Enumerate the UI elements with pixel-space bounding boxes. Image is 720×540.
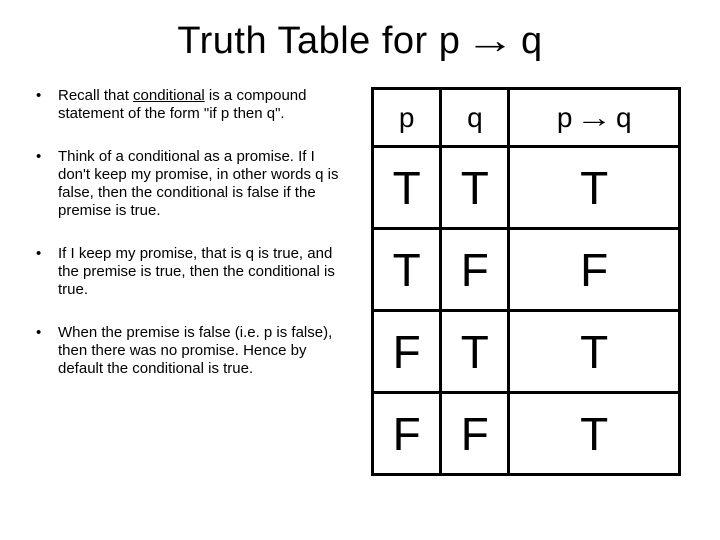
- cell: F: [441, 393, 509, 475]
- arrow-icon: →: [576, 102, 612, 134]
- bullet-text: Think of a conditional as a promise. If …: [58, 148, 339, 220]
- cell: F: [441, 229, 509, 311]
- cell: F: [509, 229, 680, 311]
- list-item: Recall that conditional is a compound st…: [36, 87, 350, 124]
- title-prefix: Truth Table for p: [177, 20, 471, 62]
- cell: F: [373, 311, 441, 393]
- table-row: F F T: [373, 393, 680, 475]
- table-row: F T T: [373, 311, 680, 393]
- left-column: Recall that conditional is a compound st…: [30, 87, 350, 476]
- slide-body: Recall that conditional is a compound st…: [30, 87, 690, 476]
- slide: Truth Table for p → q Recall that condit…: [0, 0, 720, 540]
- arrow-icon: →: [466, 20, 516, 63]
- cell: T: [373, 229, 441, 311]
- page-title: Truth Table for p → q: [30, 20, 690, 63]
- cell: T: [441, 311, 509, 393]
- list-item: Think of a conditional as a promise. If …: [36, 148, 350, 221]
- cell: T: [373, 147, 441, 229]
- cell: T: [509, 393, 680, 475]
- table-row: T T T: [373, 147, 680, 229]
- col-header-q: q: [441, 89, 509, 147]
- col-header-pq: p → q: [509, 89, 680, 147]
- bullet-text: If I keep my promise, that is q is true,…: [58, 245, 335, 299]
- table-header-row: p q p → q: [373, 89, 680, 147]
- cell: T: [509, 311, 680, 393]
- bullet-text: When the premise is false (i.e. p is fal…: [58, 324, 332, 378]
- right-column: p q p → q T T T T F: [362, 87, 690, 476]
- col-header-p: p: [373, 89, 441, 147]
- list-item: When the premise is false (i.e. p is fal…: [36, 324, 350, 379]
- cell: T: [509, 147, 680, 229]
- cell: T: [441, 147, 509, 229]
- list-item: If I keep my promise, that is q is true,…: [36, 245, 350, 300]
- table-row: T F F: [373, 229, 680, 311]
- bullet-text-pre: Recall that: [58, 87, 133, 104]
- bullet-text-underline: conditional: [133, 87, 205, 104]
- truth-table: p q p → q T T T T F: [371, 87, 681, 476]
- bullet-list: Recall that conditional is a compound st…: [30, 87, 350, 379]
- cell: F: [373, 393, 441, 475]
